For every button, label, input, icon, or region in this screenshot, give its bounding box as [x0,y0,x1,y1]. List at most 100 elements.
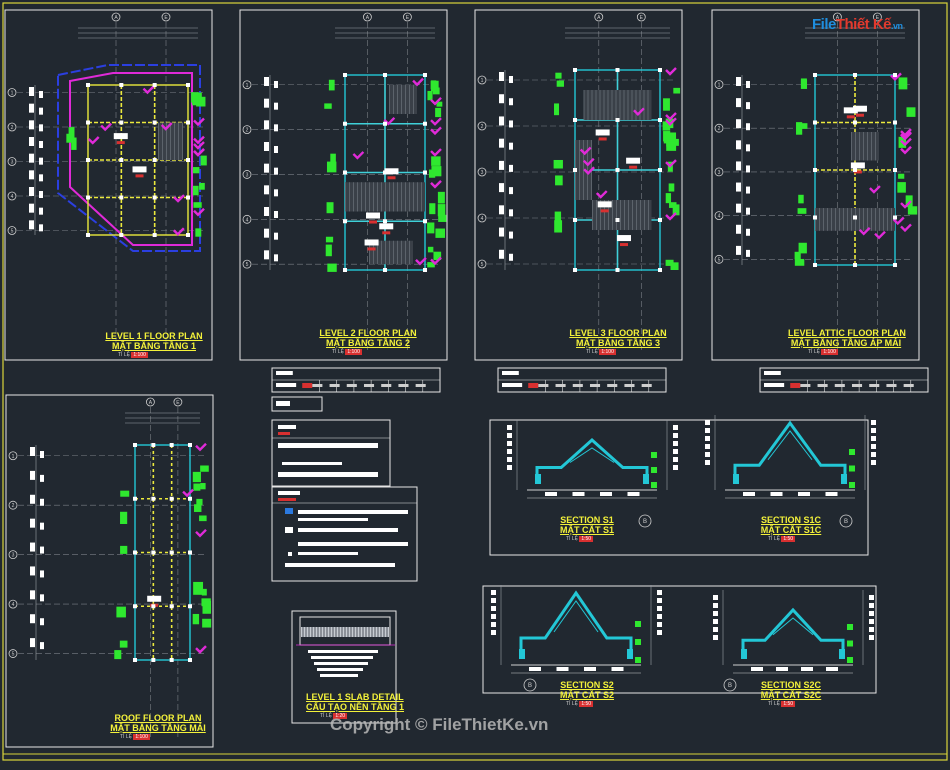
plan-roof-magenta-tag [195,528,207,538]
plan-l1-column [86,233,90,237]
plan-l1-dim-tick [39,91,43,98]
plan-attic-green-mark [794,258,805,266]
plan-attic-column [853,215,857,220]
plan-l3-grid-letter: E [640,15,644,21]
title-strip-attic-cell-text [834,384,845,387]
plan-roof-dim-tick [40,498,44,506]
title-strip-l2-cell-text [363,384,375,387]
slab-hatch [328,627,329,637]
section-s2c-elev-mark [847,624,853,630]
plan-attic-hatch-stroke [887,208,888,231]
slab-hatch [334,627,335,637]
plan-attic-dim-tick [746,228,750,236]
legend-line [298,510,408,514]
plan-l3-column [658,268,662,272]
slab-hatch [307,627,308,637]
plan-l2-hatch-stroke [373,182,374,212]
section-s1c-label [743,492,755,496]
section-s1c-column [733,474,739,484]
plan-attic-row-number: 2 [718,126,721,132]
plan-l2-column [343,268,347,272]
section-s1-dim-tick [507,433,512,438]
plan-l2-magenta-tag [412,77,424,87]
plan-l2-green-mark [328,79,335,91]
plan-attic-dim-tick [736,203,741,213]
plan-attic-column [893,168,897,172]
filethietke-logo[interactable]: FileThiết Kế.vn [812,16,903,33]
plan-attic-room-label [850,162,865,169]
title-strip-l3-cell-text [589,384,601,387]
plan-roof-green-mark [192,471,201,483]
title-strip-attic-text [764,371,781,375]
plan-roof-green-mark [120,511,128,524]
section-title-s1: SECTION S1 MẶT CẮT S1 [560,515,614,535]
plan-l1-column [86,120,90,125]
plan-roof-green-mark [200,465,209,472]
plan-l2-hatch-stroke [405,240,406,265]
plan-l2-hatch-stroke [397,240,398,265]
plan-l1-column [119,83,124,87]
plan-attic-dim-tick [736,224,741,234]
section-s1c-dim-tick [871,420,876,425]
slab-hatch [331,627,332,637]
plan-l1-dim-tick [29,153,34,163]
plan-l2-green-mark [437,191,445,204]
plan-l2-column [383,268,387,272]
plan-scale-l1: TỈ LỆ 1:100 [118,352,148,358]
plan-l3-column [573,168,577,172]
plan-roof-dim-tick [30,566,35,576]
plan-l1-column [119,158,124,162]
section-s2c-column [741,649,747,659]
slab-annotation [320,674,358,677]
section-s2c-dim-tick [713,595,718,600]
plan-l1-column [152,233,157,237]
plan-l2-room-tag [387,176,396,180]
section-grid-letter: B [643,519,647,525]
title-strip-l3-cell-text [555,384,566,387]
section-s2-dim-tick [491,614,496,619]
title-strip-l2-cell-text [381,384,392,387]
plan-l2-hatch-stroke [357,182,358,212]
plan-attic-hatch-stroke [851,208,852,231]
plan-roof-column [133,658,137,662]
plan-attic-column [893,263,897,267]
plan-l2-dim-tick [264,228,269,238]
plan-l2-hatch-stroke [385,182,386,212]
plan-l1-dim-tick [39,141,43,148]
plan-l1-row-number: 4 [11,194,14,200]
section-s2c-label [751,667,763,671]
plan-attic-hatch-stroke [875,208,876,231]
plan-l1-column [152,158,157,162]
section-s1c-label [825,492,838,496]
section-s2-dim-tick [491,606,496,611]
slab-hatch [343,627,344,637]
plan-l1-row-number: 1 [11,91,14,97]
plan-attic-column [813,263,817,267]
section-s1c-elev-mark [849,465,855,472]
plan-l2-green-mark [437,204,446,217]
plan-roof-green-mark [192,613,200,625]
cad-drawing-canvas[interactable]: AE12345AE12345AE12345AE12345AE12345BBBB [0,0,950,765]
plan-l2-dim-tick [274,189,278,197]
plan-l2-green-mark [324,103,332,109]
plan-l2-magenta-tag [430,180,442,189]
plan-roof-column [151,550,156,555]
plan-attic-green-mark [898,77,908,90]
legend-line [298,528,398,532]
plan-l2-row-number: 5 [246,262,249,268]
plan-l3-hatch-stroke [603,90,605,120]
slab-annotation [311,656,373,659]
plan-roof-green-mark [119,640,128,648]
plan-l3-row-number: 4 [481,216,484,222]
plan-l1-green-mark [192,185,199,196]
plan-roof-dim-tick [40,570,44,578]
section-s2-dim-tick [657,590,662,595]
title-strip-attic-cell-text [886,384,897,387]
plan-roof-row-number: 3 [12,553,15,559]
slab-hatch [304,627,305,637]
plan-l1-dim-tick [39,207,43,215]
plan-l3-hatch-stroke [624,200,625,230]
plan-l3-hatch-stroke [620,200,621,230]
plan-l1-column [119,233,124,237]
plan-roof-column [188,604,192,609]
